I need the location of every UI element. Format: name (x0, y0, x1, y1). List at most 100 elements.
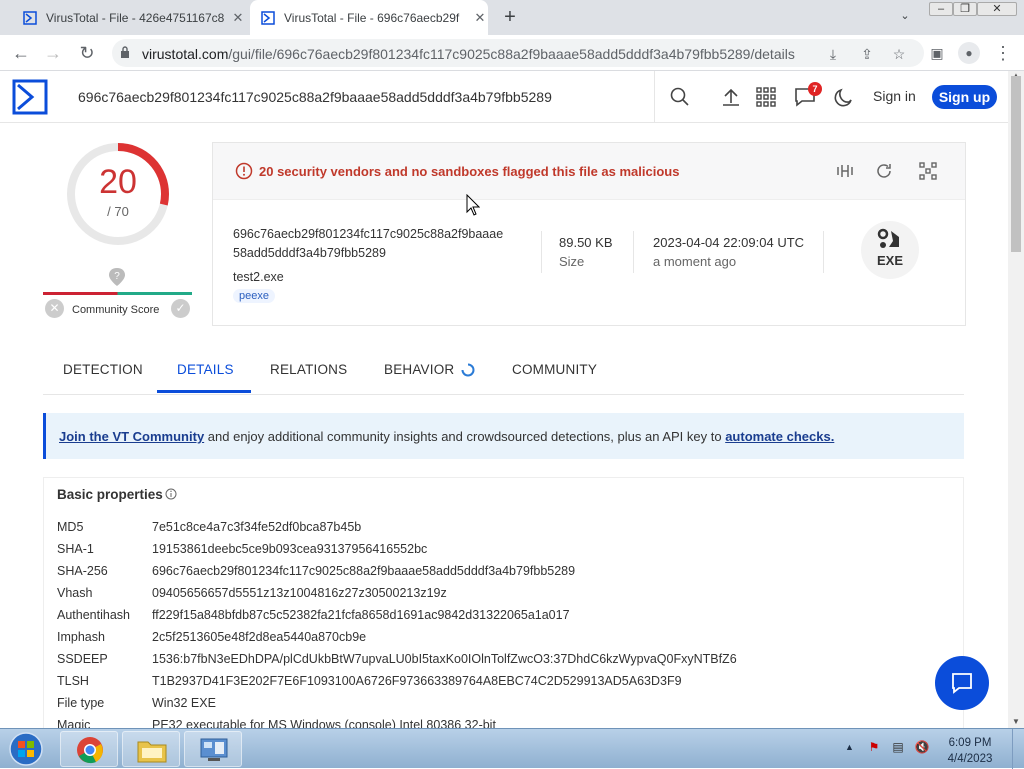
url-host: virustotal.com (142, 46, 229, 62)
property-value[interactable]: 2c5f2513605e48f2d8ea5440a870cb9e (152, 630, 366, 644)
property-value[interactable]: 1536:b7fbN3eEDhDPA/plCdUkbBtW7upvaLU0bI5… (152, 652, 737, 666)
system-clock[interactable]: 6:09 PM 4/4/2023 (940, 735, 1000, 767)
join-community-link[interactable]: Join the VT Community (59, 429, 204, 444)
windows-taskbar: ▲ ⚑ ▤ 🔇 6:09 PM 4/4/2023 (0, 728, 1024, 769)
property-value[interactable]: Win32 EXE (152, 696, 216, 710)
browser-toolbar: ← → ↻ virustotal.com/gui/file/696c76aecb… (0, 35, 1024, 71)
browser-tab-2-title: VirusTotal - File - 696c76aecb29f (284, 10, 460, 25)
browser-tab-1[interactable]: VirusTotal - File - 426e4751167c8 ✕ (10, 0, 246, 35)
file-type-label: EXE (876, 253, 903, 268)
new-tab-button[interactable]: + (500, 7, 520, 28)
bookmark-star-icon[interactable]: ☆ (890, 45, 908, 63)
close-tab-2-icon[interactable]: ✕ (472, 10, 488, 26)
minimize-window-button[interactable]: – (929, 2, 953, 16)
windows-start-orb-icon[interactable] (4, 730, 48, 768)
tab-community[interactable]: COMMUNITY (512, 362, 597, 377)
reanalyze-icon[interactable] (874, 161, 894, 181)
profile-avatar-icon[interactable]: ● (958, 42, 980, 64)
virustotal-favicon-icon (261, 10, 275, 25)
tab-details[interactable]: DETAILS (177, 362, 234, 377)
close-window-button[interactable]: ✕ (977, 2, 1017, 16)
gears-icon (877, 228, 899, 248)
address-bar[interactable]: virustotal.com/gui/file/696c76aecb29f801… (112, 39, 924, 67)
share-icon[interactable]: ⇪ (858, 45, 876, 63)
side-panel-icon[interactable]: ▣ (926, 42, 948, 64)
sign-in-link[interactable]: Sign in (873, 88, 916, 104)
property-value[interactable]: 7e51c8ce4a7c3f34fe52df0bca87b45b (152, 520, 361, 534)
file-size-label: Size (559, 254, 585, 269)
file-size: 89.50 KB (559, 235, 613, 250)
scroll-down-arrow-icon[interactable]: ▼ (1012, 717, 1020, 726)
vote-harmful-icon[interactable]: ✕ (45, 299, 64, 318)
lock-icon (121, 46, 129, 58)
taskbar-chrome-button[interactable] (60, 731, 118, 767)
detection-count: 20 (99, 163, 137, 201)
browser-tab-2-active[interactable]: VirusTotal - File - 696c76aecb29f ✕ (250, 0, 488, 35)
reload-icon[interactable]: ↻ (76, 42, 98, 64)
community-banner: Join the VT Community and enjoy addition… (43, 413, 964, 459)
chat-support-button[interactable] (935, 656, 989, 710)
tab-relations[interactable]: RELATIONS (270, 362, 347, 377)
automate-checks-link[interactable]: automate checks. (725, 429, 834, 444)
file-tag[interactable]: peexe (233, 289, 275, 303)
property-row: SHA-1 19153861deebc5ce9b093cea93137956416… (57, 542, 427, 556)
back-arrow-icon[interactable]: ← (10, 42, 32, 64)
property-key: Vhash (57, 586, 93, 600)
clock-date: 4/4/2023 (947, 753, 993, 765)
info-icon[interactable] (165, 488, 177, 500)
property-key: Magic (57, 718, 91, 728)
show-desktop-button[interactable] (1012, 729, 1024, 769)
apps-grid-icon[interactable] (754, 85, 778, 109)
volume-muted-icon[interactable]: 🔇 (913, 740, 931, 756)
property-value[interactable]: 19153861deebc5ce9b093cea93137956416552bc (152, 542, 427, 556)
property-value[interactable]: 696c76aecb29f801234fc117c9025c88a2f9baaa… (152, 564, 575, 578)
forward-arrow-icon[interactable]: → (42, 42, 64, 64)
virustotal-favicon-icon (23, 10, 37, 25)
taskbar-explorer-button[interactable] (122, 731, 180, 767)
scrollbar-thumb[interactable] (1011, 76, 1021, 252)
property-value[interactable]: ff229f15a848bfdb87c5c52382fa21fcfa8658d1… (152, 608, 570, 622)
property-value[interactable]: 09405656657d5551z13z1004816z27z30500213z… (152, 586, 447, 600)
file-hash[interactable]: 696c76aecb29f801234fc117c9025c88a2f9baaa… (233, 225, 523, 263)
restore-window-button[interactable]: ❐ (953, 2, 977, 16)
engine-total: / 70 (107, 204, 129, 219)
file-summary-card: 20 security vendors and no sandboxes fla… (212, 142, 966, 326)
url-path: /gui/file/696c76aecb29f801234fc117c9025c… (228, 46, 795, 62)
search-icon[interactable] (668, 85, 692, 109)
close-tab-1-icon[interactable]: ✕ (230, 10, 246, 26)
banner-body-text: and enjoy additional community insights … (204, 429, 726, 444)
property-key: SHA-256 (57, 564, 108, 578)
vote-harmless-icon[interactable]: ✓ (171, 299, 190, 318)
notification-count-badge: 7 (808, 82, 822, 96)
install-app-icon[interactable]: ⤓ (824, 45, 842, 63)
property-value[interactable]: PE32 executable for MS Windows (console)… (152, 718, 496, 728)
page-scrollbar[interactable]: ▲ ▼ (1008, 71, 1024, 728)
compare-icon[interactable] (835, 161, 855, 181)
property-row: File type Win32 EXE (57, 696, 216, 710)
similar-graph-icon[interactable] (918, 161, 938, 181)
report-tabs: DETECTION DETAILS RELATIONS BEHAVIOR COM… (43, 350, 964, 395)
community-score-label: Community Score (72, 304, 160, 316)
search-input[interactable]: 696c76aecb29f801234fc117c9025c88a2f9baaa… (78, 89, 552, 105)
taskbar-app-button[interactable] (184, 731, 242, 767)
dark-mode-moon-icon[interactable] (832, 85, 856, 109)
detection-alert-text: 20 security vendors and no sandboxes fla… (259, 164, 680, 179)
url-text: virustotal.com/gui/file/696c76aecb29f801… (142, 46, 795, 62)
property-key: SSDEEP (57, 652, 108, 666)
tab-search-chevron-icon[interactable]: ⌄ (896, 9, 914, 25)
property-row: Imphash 2c5f2513605e48f2d8ea5440a870cb9e (57, 630, 366, 644)
show-hidden-icons-icon[interactable]: ▲ (845, 742, 854, 752)
upload-icon[interactable] (719, 85, 743, 109)
tab-behavior[interactable]: BEHAVIOR (384, 362, 454, 377)
virustotal-logo-icon[interactable] (12, 79, 48, 115)
control-panel-icon (200, 738, 228, 761)
tab-detection[interactable]: DETECTION (63, 362, 143, 377)
file-type-exe-icon (861, 221, 919, 279)
network-icon[interactable]: ▤ (889, 740, 907, 756)
action-center-flag-icon[interactable]: ⚑ (865, 740, 883, 756)
sign-up-button[interactable]: Sign up (932, 85, 997, 109)
browser-menu-icon[interactable]: ⋮ (992, 42, 1014, 64)
property-value[interactable]: T1B2937D41F3E202F7E6F1093100A6726F973663… (152, 674, 682, 688)
property-row: Vhash 09405656657d5551z13z1004816z27z3050… (57, 586, 447, 600)
active-tab-indicator (157, 390, 251, 393)
